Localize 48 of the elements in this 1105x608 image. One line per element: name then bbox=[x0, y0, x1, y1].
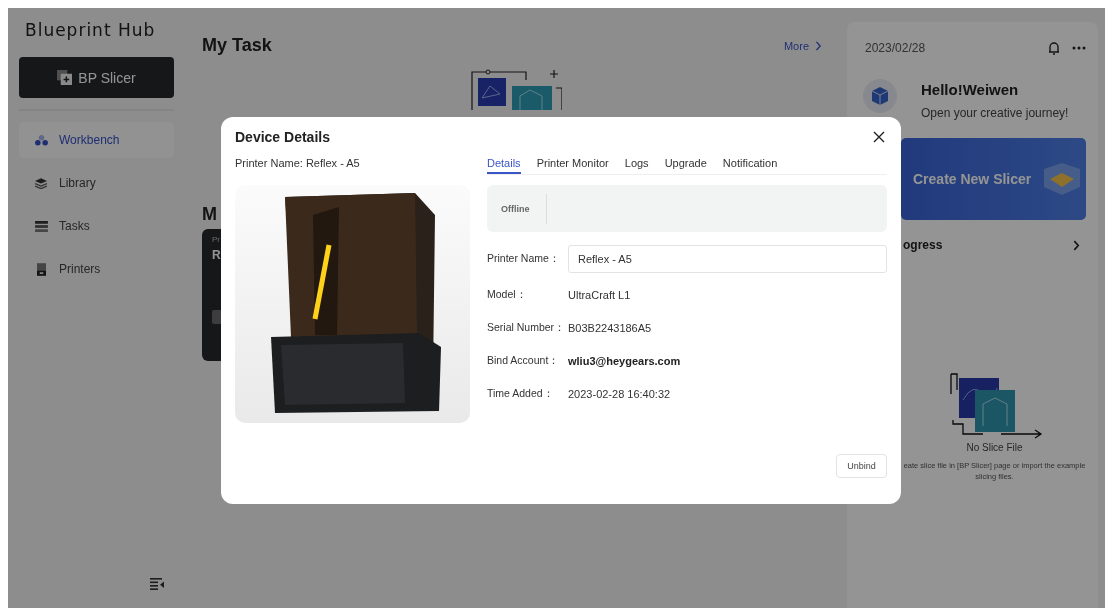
add-file-icon bbox=[57, 70, 73, 85]
banner-label: Create New Slicer bbox=[913, 171, 1032, 187]
chevron-right-icon bbox=[815, 40, 822, 51]
slicer-button[interactable]: BP Slicer bbox=[19, 57, 174, 98]
field-value: wliu3@heygears.com bbox=[568, 354, 681, 367]
greeting: Hello!Weiwen bbox=[921, 81, 1020, 98]
close-icon[interactable] bbox=[873, 131, 885, 143]
chevron-right-icon[interactable] bbox=[1073, 239, 1080, 251]
field-label: Model： bbox=[487, 287, 528, 302]
dots-icon bbox=[33, 134, 49, 146]
field-label: Bind Account： bbox=[487, 353, 561, 368]
greeting-subtitle: Open your creative journey! bbox=[921, 106, 1069, 120]
more-link[interactable]: More bbox=[783, 39, 822, 52]
nav-item[interactable]: Workbench bbox=[19, 122, 174, 158]
field-value: UltraCraft L1 bbox=[568, 288, 631, 301]
section-title: M bbox=[202, 204, 218, 225]
tab[interactable]: Notification bbox=[722, 157, 778, 174]
app-logo: Blueprint Hub bbox=[25, 20, 157, 40]
field-value: 2023-02-28 16:40:32 bbox=[568, 387, 671, 400]
nav-item[interactable]: Library bbox=[19, 165, 174, 201]
tab[interactable]: Details bbox=[487, 157, 521, 174]
tab[interactable]: Logs bbox=[624, 157, 649, 174]
nav-item[interactable]: Tasks bbox=[19, 208, 174, 244]
more-options-icon[interactable] bbox=[1072, 46, 1086, 50]
avatar-cube-icon bbox=[863, 79, 897, 113]
dialog-title: Device Details bbox=[235, 129, 330, 145]
bell-icon[interactable] bbox=[1048, 41, 1060, 55]
field-label: Time Added： bbox=[487, 386, 555, 401]
task-name: R bbox=[212, 248, 221, 262]
layers-icon bbox=[33, 177, 49, 189]
section-title: ogress bbox=[903, 238, 943, 252]
field-label: Printer Name： bbox=[487, 252, 561, 266]
cube-icon bbox=[1042, 161, 1082, 197]
collapse-menu-icon[interactable] bbox=[150, 578, 164, 590]
tab[interactable]: Upgrade bbox=[664, 157, 707, 174]
list-icon bbox=[33, 220, 49, 232]
task-caption: Pr bbox=[212, 235, 220, 244]
empty-title: No Slice File bbox=[966, 442, 1023, 453]
date-label: 2023/02/28 bbox=[865, 41, 927, 55]
printer-name-caption: Printer Name: Reflex - A5 bbox=[235, 157, 361, 169]
field-value: B03B2243186A5 bbox=[568, 321, 652, 334]
tab[interactable]: Printer Monitor bbox=[536, 157, 609, 174]
field-label: Serial Number： bbox=[487, 320, 567, 335]
status-label: Offline bbox=[500, 203, 531, 214]
nav-item[interactable]: Printers bbox=[19, 251, 174, 287]
page-title: My Task bbox=[202, 35, 272, 56]
unbind-button[interactable]: Unbind bbox=[836, 454, 887, 478]
printer-name-field[interactable]: Reflex - A5 bbox=[568, 245, 887, 273]
